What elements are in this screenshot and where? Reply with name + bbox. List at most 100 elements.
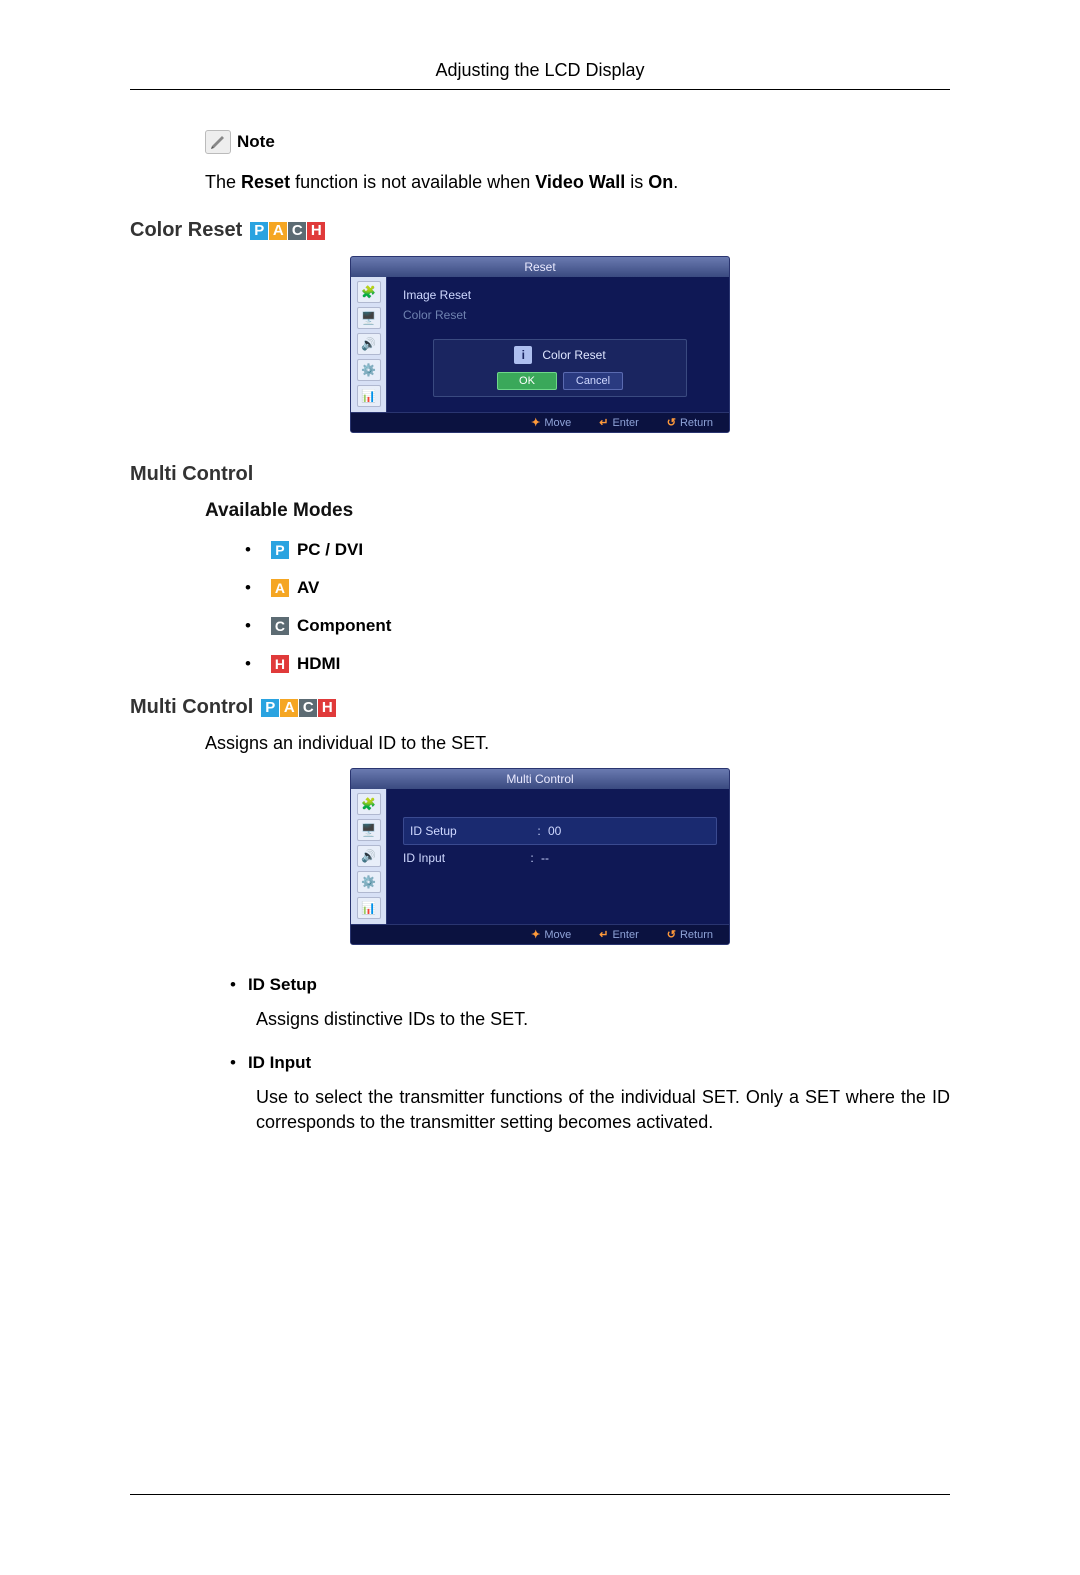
hint-move: ✦Move: [531, 416, 571, 429]
id-setup-label: ID Setup: [410, 818, 530, 844]
ok-button[interactable]: OK: [497, 372, 557, 390]
badge-c-icon: C: [299, 699, 317, 717]
osd-item-color-reset[interactable]: Color Reset: [403, 305, 717, 325]
def-id-setup-body: Assigns distinctive IDs to the SET.: [256, 1007, 950, 1031]
osd-row-id-input[interactable]: ID Input : --: [403, 845, 717, 871]
sep: :: [523, 845, 541, 871]
info-icon: i: [514, 346, 532, 364]
t-reset: Reset: [241, 172, 290, 192]
id-input-label: ID Input: [403, 845, 523, 871]
osd-icon-picture[interactable]: 🖥️: [357, 307, 381, 329]
def-id-setup-head: • ID Setup: [230, 975, 950, 995]
sep: :: [530, 818, 548, 844]
def-id-input: • ID Input Use to select the transmitter…: [230, 1053, 950, 1134]
multi-control-title-2: Multi Control: [130, 696, 253, 719]
badge-h-icon: H: [307, 222, 325, 240]
footer-rule: [130, 1494, 950, 1495]
bullet-dot: •: [230, 1053, 236, 1073]
osd-multi-control: Multi Control 🧩 🖥️ 🔊 ⚙️ 📊 ID Setup : 00 …: [350, 768, 730, 945]
osd-multi-body: 🧩 🖥️ 🔊 ⚙️ 📊 ID Setup : 00 ID Input : --: [351, 789, 729, 924]
osd-dialog-buttons: OK Cancel: [442, 372, 678, 390]
osd-icon-multi[interactable]: 📊: [357, 897, 381, 919]
osd-icon-picture[interactable]: 🖥️: [357, 819, 381, 841]
def-id-setup: • ID Setup Assigns distinctive IDs to th…: [230, 975, 950, 1031]
t2: function is not available when: [290, 172, 535, 192]
mode-component: C Component: [245, 616, 950, 636]
note-heading: Note: [205, 130, 950, 154]
hint-enter-text-2: Enter: [612, 929, 638, 941]
note-text: The Reset function is not available when…: [205, 172, 950, 193]
t1: The: [205, 172, 241, 192]
mode-pc-dvi: P PC / DVI: [245, 540, 950, 560]
cancel-button[interactable]: Cancel: [563, 372, 623, 390]
osd-dialog-title: Color Reset: [542, 348, 605, 362]
osd-icon-input[interactable]: 🧩: [357, 281, 381, 303]
osd-multi-main: ID Setup : 00 ID Input : --: [387, 789, 729, 924]
osd-icon-input[interactable]: 🧩: [357, 793, 381, 815]
badge-a-icon: A: [280, 699, 298, 717]
osd-icon-sound[interactable]: 🔊: [357, 333, 381, 355]
available-modes-list: P PC / DVI A AV C Component H HDMI: [245, 540, 950, 674]
badge-h-icon: H: [271, 655, 289, 673]
hint-return-text: Return: [680, 417, 713, 429]
osd-multi-title: Multi Control: [351, 769, 729, 789]
section-color-reset: Color Reset P A C H: [130, 219, 950, 242]
osd-icon-setup[interactable]: ⚙️: [357, 359, 381, 381]
osd-icon-sound[interactable]: 🔊: [357, 845, 381, 867]
hint-move-2: ✦Move: [531, 928, 571, 941]
note-icon: [205, 130, 231, 154]
osd-sidebar: 🧩 🖥️ 🔊 ⚙️ 📊: [351, 277, 387, 412]
mode-hdmi-label: HDMI: [297, 654, 340, 674]
def-id-input-head: • ID Input: [230, 1053, 950, 1073]
section-multi-control-2: Multi Control P A C H: [130, 696, 950, 719]
mode-av: A AV: [245, 578, 950, 598]
page-header: Adjusting the LCD Display: [130, 60, 950, 90]
assigns-id-text: Assigns an individual ID to the SET.: [205, 733, 950, 754]
osd-reset-body: 🧩 🖥️ 🔊 ⚙️ 📊 Image Reset Color Reset i Co…: [351, 277, 729, 412]
osd-multi-footer: ✦Move ↵Enter ↺Return: [351, 924, 729, 944]
badge-c-icon: C: [271, 617, 289, 635]
badge-p-icon: P: [261, 699, 279, 717]
badge-a-icon: A: [269, 222, 287, 240]
page: Adjusting the LCD Display Note The Reset…: [0, 0, 1080, 1575]
mode-hdmi: H HDMI: [245, 654, 950, 674]
t4: .: [673, 172, 678, 192]
badge-h-icon: H: [318, 699, 336, 717]
badge-c-icon: C: [288, 222, 306, 240]
t-on: On: [648, 172, 673, 192]
section-multi-control: Multi Control: [130, 463, 950, 486]
hint-enter-2: ↵Enter: [599, 928, 639, 941]
osd-item-image-reset[interactable]: Image Reset: [403, 285, 717, 305]
mode-pc-dvi-label: PC / DVI: [297, 540, 363, 560]
badge-p-icon: P: [271, 541, 289, 559]
multi-control-title: Multi Control: [130, 463, 253, 486]
osd-icon-multi[interactable]: 📊: [357, 385, 381, 407]
hint-return-2: ↺Return: [667, 928, 713, 941]
id-setup-value: 00: [548, 818, 710, 844]
osd-reset-main: Image Reset Color Reset i Color Reset OK…: [387, 277, 729, 412]
osd-reset-title: Reset: [351, 257, 729, 277]
badge-pach: P A C H: [250, 222, 325, 240]
bullet-dot: •: [230, 975, 236, 995]
subsection-available-modes: Available Modes: [205, 500, 950, 522]
id-input-value: --: [541, 845, 717, 871]
osd-confirm-dialog: i Color Reset OK Cancel: [433, 339, 687, 397]
def-id-input-body: Use to select the transmitter functions …: [256, 1085, 950, 1134]
osd-reset: Reset 🧩 🖥️ 🔊 ⚙️ 📊 Image Reset Color Rese…: [350, 256, 730, 433]
badge-pach-2: P A C H: [261, 699, 336, 717]
note-label: Note: [237, 132, 275, 152]
def-id-setup-term: ID Setup: [248, 975, 317, 995]
hint-move-text: Move: [544, 417, 571, 429]
osd-row-id-setup[interactable]: ID Setup : 00: [403, 817, 717, 845]
osd-icon-setup[interactable]: ⚙️: [357, 871, 381, 893]
hint-return-text-2: Return: [680, 929, 713, 941]
t-videowall: Video Wall: [535, 172, 625, 192]
mode-component-label: Component: [297, 616, 391, 636]
t3: is: [625, 172, 648, 192]
osd-sidebar-2: 🧩 🖥️ 🔊 ⚙️ 📊: [351, 789, 387, 924]
header-title: Adjusting the LCD Display: [435, 60, 644, 80]
definitions: • ID Setup Assigns distinctive IDs to th…: [230, 975, 950, 1134]
badge-p-icon: P: [250, 222, 268, 240]
hint-return: ↺Return: [667, 416, 713, 429]
hint-enter: ↵Enter: [599, 416, 639, 429]
